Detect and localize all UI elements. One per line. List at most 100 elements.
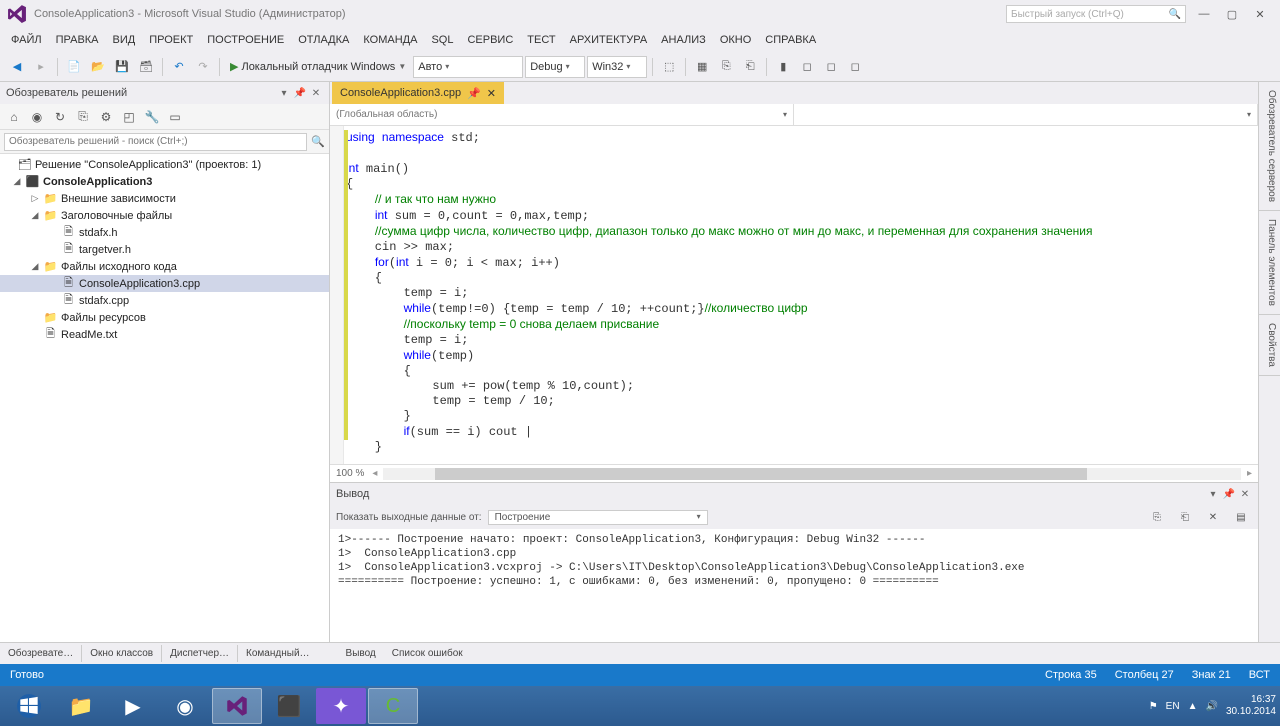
toolbar-icon[interactable]: ⚙ (96, 107, 116, 127)
new-button[interactable]: 📄 (63, 56, 85, 78)
menu-build[interactable]: ПОСТРОЕНИЕ (200, 31, 291, 49)
tree-file[interactable]: 🗎targetver.h (0, 241, 329, 258)
tray-clock[interactable]: 16:37 30.10.2014 (1226, 694, 1276, 718)
undo-button[interactable]: ↶ (168, 56, 190, 78)
btab-output[interactable]: Вывод (338, 645, 384, 662)
code-editor[interactable]: using namespace std; int main() { // и т… (330, 126, 1258, 464)
close-button[interactable]: ✕ (1246, 4, 1274, 24)
solution-search-input[interactable] (4, 133, 307, 151)
menu-file[interactable]: ФАЙЛ (4, 31, 49, 49)
output-clear-button[interactable]: ✕ (1202, 506, 1224, 528)
toolbar-icon[interactable]: ▭ (165, 107, 185, 127)
menu-service[interactable]: СЕРВИС (460, 31, 520, 49)
btab-team[interactable]: Командный… (238, 645, 317, 662)
menu-project[interactable]: ПРОЕКТ (142, 31, 200, 49)
toolbar-icon[interactable]: ↻ (50, 107, 70, 127)
toolbar-btn[interactable]: ⎗ (739, 56, 761, 78)
scrollbar-thumb[interactable] (435, 468, 1087, 480)
panel-dropdown-icon[interactable]: ▾ (277, 86, 291, 100)
save-all-button[interactable]: 🗃 (135, 56, 157, 78)
panel-close-icon[interactable]: ✕ (1238, 487, 1252, 501)
tree-project[interactable]: ◢⬛ConsoleApplication3 (0, 173, 329, 190)
btab-solution-explorer[interactable]: Обозревате… (0, 645, 82, 662)
scroll-right-icon[interactable]: ▸ (1247, 468, 1252, 479)
toolbar-btn[interactable]: ◻ (796, 56, 818, 78)
platform-combo[interactable]: Win32 ▾ (587, 56, 647, 78)
toolbar-btn[interactable]: ▮ (772, 56, 794, 78)
menu-team[interactable]: КОМАНДА (356, 31, 424, 49)
panel-dropdown-icon[interactable]: ▾ (1206, 487, 1220, 501)
tab-close-icon[interactable]: ✕ (487, 87, 496, 100)
task-chrome[interactable]: ◉ (160, 688, 210, 724)
output-source-combo[interactable]: Построение▾ (488, 510, 708, 525)
tab-toolbox[interactable]: Панель элементов (1259, 211, 1280, 315)
tree-file[interactable]: 🗎ReadMe.txt (0, 326, 329, 343)
tray-network-icon[interactable]: ▲ (1188, 701, 1198, 712)
tree-sources[interactable]: ◢📁Файлы исходного кода (0, 258, 329, 275)
zoom-value[interactable]: 100 % (336, 468, 364, 479)
open-button[interactable]: 📂 (87, 56, 109, 78)
scroll-left-icon[interactable]: ◂ (372, 468, 377, 479)
properties-icon[interactable]: 🔧 (142, 107, 162, 127)
btab-class-view[interactable]: Окно классов (82, 645, 162, 662)
horizontal-scrollbar[interactable] (383, 468, 1241, 480)
tree-file[interactable]: 🗎stdafx.cpp (0, 292, 329, 309)
tray-flag-icon[interactable]: ⚑ (1149, 701, 1158, 712)
panel-pin-icon[interactable]: 📌 (1222, 487, 1236, 501)
menu-architecture[interactable]: АРХИТЕКТУРА (563, 31, 655, 49)
btab-error-list[interactable]: Список ошибок (384, 645, 471, 662)
pin-icon[interactable]: 📌 (467, 87, 481, 100)
toolbar-icon[interactable]: ◰ (119, 107, 139, 127)
task-media[interactable]: ▶ (108, 688, 158, 724)
menu-window[interactable]: ОКНО (713, 31, 758, 49)
toolbar-icon[interactable]: ⎘ (73, 107, 93, 127)
task-app[interactable]: ⬛ (264, 688, 314, 724)
tree-file[interactable]: 🗎stdafx.h (0, 224, 329, 241)
toolbar-btn[interactable]: ⬚ (658, 56, 680, 78)
menu-edit[interactable]: ПРАВКА (49, 31, 106, 49)
menu-debug[interactable]: ОТЛАДКА (291, 31, 356, 49)
toolbar-btn[interactable]: ◻ (844, 56, 866, 78)
start-button[interactable] (4, 688, 54, 724)
start-debug-button[interactable]: ▶ Локальный отладчик Windows ▼ (225, 56, 411, 78)
panel-pin-icon[interactable]: 📌 (293, 86, 307, 100)
menu-view[interactable]: ВИД (106, 31, 143, 49)
menu-sql[interactable]: SQL (424, 31, 460, 49)
menu-test[interactable]: ТЕСТ (520, 31, 562, 49)
redo-button[interactable]: ↷ (192, 56, 214, 78)
btab-dispatcher[interactable]: Диспетчер… (162, 645, 238, 662)
home-icon[interactable]: ⌂ (4, 107, 24, 127)
file-tab-active[interactable]: ConsoleApplication3.cpp 📌 ✕ (332, 82, 504, 104)
quick-launch-input[interactable]: Быстрый запуск (Ctrl+Q) 🔍 (1006, 5, 1186, 23)
save-button[interactable]: 💾 (111, 56, 133, 78)
output-text[interactable]: 1>------ Построение начато: проект: Cons… (330, 529, 1258, 642)
task-app[interactable]: ✦ (316, 688, 366, 724)
scope-combo[interactable]: (Глобальная область)▾ (330, 104, 794, 125)
tree-resources[interactable]: 📁Файлы ресурсов (0, 309, 329, 326)
nav-fwd-button[interactable]: ▸ (30, 56, 52, 78)
config-combo[interactable]: Debug ▾ (525, 56, 585, 78)
minimize-button[interactable]: — (1190, 4, 1218, 24)
platform-cfg-combo[interactable]: Авто ▾ (413, 56, 523, 78)
maximize-button[interactable]: ▢ (1218, 4, 1246, 24)
toolbar-btn[interactable]: ▦ (691, 56, 713, 78)
toolbar-icon[interactable]: ◉ (27, 107, 47, 127)
tray-language[interactable]: EN (1166, 701, 1180, 712)
tray-sound-icon[interactable]: 🔊 (1205, 701, 1217, 712)
menu-analyze[interactable]: АНАЛИЗ (654, 31, 713, 49)
task-camtasia[interactable]: C (368, 688, 418, 724)
tree-file-active[interactable]: 🗎ConsoleApplication3.cpp (0, 275, 329, 292)
tab-properties[interactable]: Свойства (1259, 315, 1280, 376)
task-explorer[interactable]: 📁 (56, 688, 106, 724)
tree-ext-deps[interactable]: ▷📁Внешние зависимости (0, 190, 329, 207)
output-btn[interactable]: ⎘ (1146, 506, 1168, 528)
output-btn[interactable]: ⎗ (1174, 506, 1196, 528)
tree-solution[interactable]: 🗂Решение "ConsoleApplication3" (проектов… (0, 156, 329, 173)
toolbar-btn[interactable]: ◻ (820, 56, 842, 78)
member-combo[interactable]: ▾ (794, 104, 1258, 125)
panel-close-icon[interactable]: ✕ (309, 86, 323, 100)
menu-help[interactable]: СПРАВКА (758, 31, 823, 49)
tab-server-explorer[interactable]: Обозреватель серверов (1259, 82, 1280, 211)
tree-headers[interactable]: ◢📁Заголовочные файлы (0, 207, 329, 224)
nav-back-button[interactable]: ◀ (6, 56, 28, 78)
